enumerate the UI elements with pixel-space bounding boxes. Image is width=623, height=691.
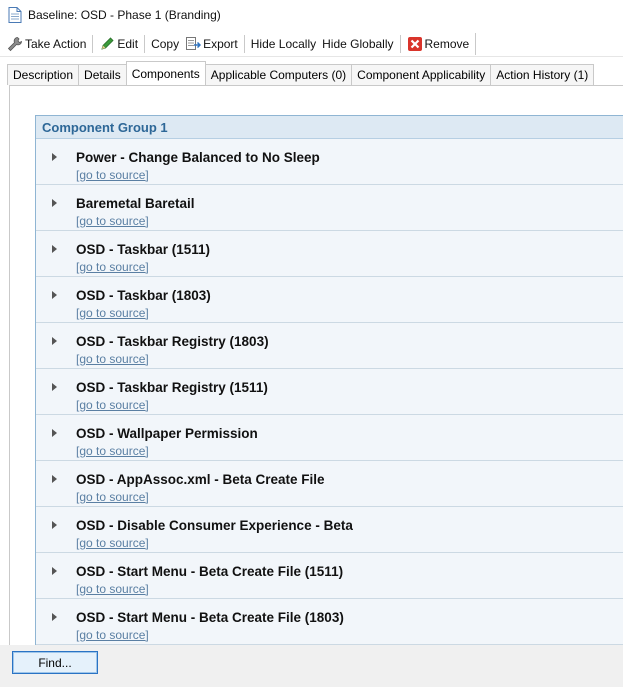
document-icon: [8, 7, 22, 23]
tab-action-history[interactable]: Action History (1): [490, 64, 595, 85]
list-item: OSD - Disable Consumer Experience - Beta…: [36, 507, 623, 553]
expand-arrow-icon[interactable]: [52, 383, 57, 391]
go-to-source-link[interactable]: [go to source]: [76, 168, 149, 182]
go-to-source-link[interactable]: [go to source]: [76, 398, 149, 412]
take-action-button[interactable]: Take Action: [4, 33, 89, 55]
go-to-source-link[interactable]: [go to source]: [76, 444, 149, 458]
wrench-icon: [7, 36, 22, 51]
component-name: OSD - Start Menu - Beta Create File (180…: [76, 610, 344, 625]
component-name: OSD - Wallpaper Permission: [76, 426, 258, 441]
edit-label: Edit: [117, 36, 139, 51]
component-name: Power - Change Balanced to No Sleep: [76, 150, 320, 165]
list-item: OSD - Start Menu - Beta Create File (180…: [36, 599, 623, 645]
list-item: OSD - Taskbar Registry (1803) [go to sou…: [36, 323, 623, 369]
expand-arrow-icon[interactable]: [52, 567, 57, 575]
copy-label: Copy: [151, 36, 180, 51]
toolbar-separator: [475, 32, 477, 55]
component-name: OSD - Taskbar (1511): [76, 242, 211, 257]
components-panel: Component Group 1 Power - Change Balance…: [9, 85, 623, 645]
toolbar-separator: [399, 34, 401, 53]
edit-button[interactable]: Edit: [96, 33, 141, 55]
go-to-source-link[interactable]: [go to source]: [76, 352, 149, 366]
hide-globally-button[interactable]: Hide Globally: [319, 33, 396, 55]
component-group: Component Group 1 Power - Change Balance…: [35, 115, 623, 645]
go-to-source-link[interactable]: [go to source]: [76, 214, 149, 228]
go-to-source-link[interactable]: [go to source]: [76, 260, 149, 274]
export-icon: [186, 36, 202, 50]
component-name: OSD - Start Menu - Beta Create File (151…: [76, 564, 344, 579]
hide-locally-button[interactable]: Hide Locally: [248, 33, 319, 55]
go-to-source-link[interactable]: [go to source]: [76, 490, 149, 504]
component-name: OSD - Taskbar Registry (1803): [76, 334, 269, 349]
list-item: OSD - Taskbar Registry (1511) [go to sou…: [36, 369, 623, 415]
remove-button[interactable]: Remove: [404, 33, 473, 55]
footer-bar: Find...: [0, 645, 623, 687]
expand-arrow-icon[interactable]: [52, 153, 57, 161]
tab-components[interactable]: Components: [125, 61, 206, 85]
go-to-source-link[interactable]: [go to source]: [76, 628, 149, 642]
toolbar-separator: [92, 34, 94, 53]
toolbar: Take Action Edit Copy Export Hide Locall…: [0, 31, 623, 57]
list-item: OSD - Taskbar (1511) [go to source]: [36, 231, 623, 277]
list-item: OSD - Taskbar (1803) [go to source]: [36, 277, 623, 323]
tab-applicable-computers[interactable]: Applicable Computers (0): [204, 64, 353, 85]
expand-arrow-icon[interactable]: [52, 245, 57, 253]
expand-arrow-icon[interactable]: [52, 291, 57, 299]
toolbar-separator: [144, 34, 146, 53]
window-title: Baseline: OSD - Phase 1 (Branding): [28, 8, 221, 22]
component-name: Baremetal Baretail: [76, 196, 195, 211]
list-item: OSD - AppAssoc.xml - Beta Create File [g…: [36, 461, 623, 507]
pencil-icon: [101, 36, 114, 50]
bottom-edge: [0, 687, 623, 691]
go-to-source-link[interactable]: [go to source]: [76, 536, 149, 550]
hide-locally-label: Hide Locally: [250, 36, 317, 51]
copy-button[interactable]: Copy: [148, 33, 182, 55]
red-x-icon: [407, 36, 422, 51]
expand-arrow-icon[interactable]: [52, 199, 57, 207]
remove-label: Remove: [424, 36, 470, 51]
find-button[interactable]: Find...: [12, 651, 98, 674]
expand-arrow-icon[interactable]: [52, 521, 57, 529]
component-name: OSD - Disable Consumer Experience - Beta: [76, 518, 353, 533]
tab-component-applicability[interactable]: Component Applicability: [351, 64, 492, 85]
expand-arrow-icon[interactable]: [52, 337, 57, 345]
go-to-source-link[interactable]: [go to source]: [76, 306, 149, 320]
component-name: OSD - AppAssoc.xml - Beta Create File: [76, 472, 325, 487]
component-group-title: Component Group 1: [36, 116, 623, 139]
list-item: OSD - Wallpaper Permission [go to source…: [36, 415, 623, 461]
export-label: Export: [203, 36, 238, 51]
component-name: OSD - Taskbar (1803): [76, 288, 211, 303]
component-name: OSD - Taskbar Registry (1511): [76, 380, 268, 395]
go-to-source-link[interactable]: [go to source]: [76, 582, 149, 596]
tab-strip: Description Details Components Applicabl…: [7, 61, 595, 85]
expand-arrow-icon[interactable]: [52, 613, 57, 621]
list-item: Baremetal Baretail [go to source]: [36, 185, 623, 231]
toolbar-separator: [243, 34, 245, 53]
list-item: Power - Change Balanced to No Sleep [go …: [36, 139, 623, 185]
expand-arrow-icon[interactable]: [52, 429, 57, 437]
expand-arrow-icon[interactable]: [52, 475, 57, 483]
export-button[interactable]: Export: [182, 33, 241, 55]
tab-description[interactable]: Description: [7, 64, 80, 85]
window-titlebar: Baseline: OSD - Phase 1 (Branding): [0, 0, 623, 30]
tab-details[interactable]: Details: [78, 64, 127, 85]
hide-globally-label: Hide Globally: [322, 36, 394, 51]
list-item: OSD - Start Menu - Beta Create File (151…: [36, 553, 623, 599]
take-action-label: Take Action: [25, 36, 87, 51]
